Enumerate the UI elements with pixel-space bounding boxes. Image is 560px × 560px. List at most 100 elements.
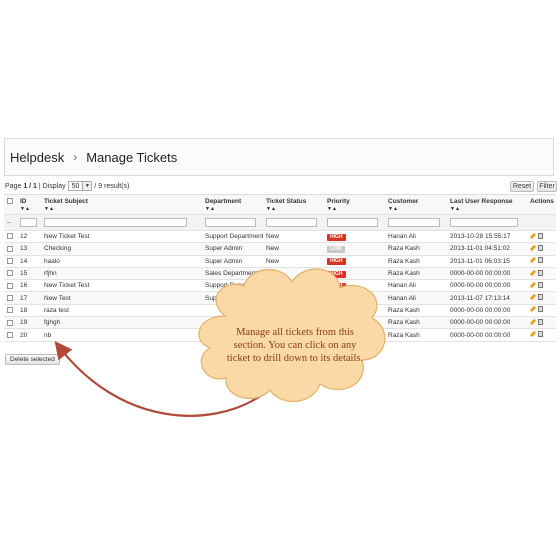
delete-icon[interactable]: [538, 232, 543, 239]
table-row[interactable]: 12 New Ticket Test Support Department New HI…: [4, 230, 556, 244]
column-header-id[interactable]: ID ▼▲: [17, 194, 41, 215]
delete-icon[interactable]: [538, 269, 543, 276]
ticket-actions: [527, 279, 556, 293]
ticket-subject[interactable]: Checking: [41, 242, 202, 256]
ticket-subject[interactable]: raza test: [41, 304, 202, 318]
row-select-cell[interactable]: [4, 316, 17, 330]
filter-priority-input[interactable]: [327, 218, 378, 227]
row-select-cell[interactable]: [4, 328, 17, 342]
delete-icon[interactable]: [538, 331, 543, 338]
row-checkbox[interactable]: [7, 282, 13, 289]
sort-icon[interactable]: ▼▲: [450, 206, 524, 212]
table-row[interactable]: 15 rfjhn Sales Department Joke HIGH Raza Kash…: [4, 267, 556, 281]
edit-icon[interactable]: [529, 318, 537, 325]
edit-icon[interactable]: [529, 244, 537, 252]
ticket-last-response: 0000-00-00 00:00:00: [447, 316, 527, 330]
delete-icon[interactable]: [538, 244, 543, 251]
column-header-subject[interactable]: Ticket Subject ▼▲: [41, 194, 202, 215]
select-all-checkbox[interactable]: [7, 198, 13, 205]
edit-icon[interactable]: [529, 257, 537, 264]
row-select-cell[interactable]: [4, 255, 17, 268]
column-header-last-response[interactable]: Last User Response ▼▲: [447, 194, 527, 215]
ticket-subject[interactable]: haalo: [41, 255, 202, 268]
breadcrumb-root[interactable]: Helpdesk: [10, 150, 64, 165]
sort-icon[interactable]: ▼▲: [388, 206, 444, 212]
ticket-status: New: [263, 255, 324, 268]
row-select-cell[interactable]: [4, 291, 17, 305]
delete-icon[interactable]: [538, 281, 543, 288]
row-checkbox[interactable]: [7, 294, 13, 301]
filter-status-input[interactable]: [266, 218, 317, 227]
row-select-cell[interactable]: [4, 242, 17, 256]
ticket-actions: [527, 255, 556, 268]
ticket-subject[interactable]: New Test: [41, 291, 202, 305]
ticket-last-response: 2013-10-28 15:55:17: [447, 230, 527, 244]
sort-icon[interactable]: ▼▲: [44, 206, 199, 212]
delete-icon[interactable]: [538, 306, 543, 313]
table-row[interactable]: 14 haalo Super Admin New HIGH Raza Kash 2013-1…: [4, 255, 556, 268]
table-row[interactable]: 16 New Ticket Test Support Department New HI…: [4, 279, 556, 293]
delete-selected-button[interactable]: Delete selected: [5, 354, 60, 365]
row-checkbox[interactable]: [7, 258, 13, 265]
ticket-subject[interactable]: nb: [41, 328, 202, 342]
sort-icon[interactable]: ▼▲: [266, 206, 321, 212]
table-row[interactable]: 17 New Test Super Admin HIGH Hanan Ali 2013-1…: [4, 291, 556, 305]
ticket-subject[interactable]: rfjhn: [41, 267, 202, 281]
ticket-customer: Raza Kash: [385, 267, 447, 281]
column-label: Customer: [388, 198, 419, 205]
filter-customer-input[interactable]: [388, 218, 440, 227]
filter-last-response-input[interactable]: [450, 218, 519, 227]
edit-icon[interactable]: [529, 294, 537, 301]
ticket-customer: Hanan Ali: [385, 291, 447, 305]
delete-icon[interactable]: [538, 318, 543, 325]
row-select-cell[interactable]: [4, 267, 17, 281]
column-label: Last User Response: [450, 198, 513, 205]
ticket-id: 16: [17, 279, 41, 293]
ticket-subject[interactable]: New Ticket Test: [41, 279, 202, 293]
ticket-subject[interactable]: New Ticket Test: [41, 230, 202, 244]
row-select-cell[interactable]: [4, 279, 17, 293]
edit-icon[interactable]: [529, 269, 537, 276]
ticket-actions: [527, 316, 556, 330]
edit-icon[interactable]: [529, 281, 537, 288]
row-checkbox[interactable]: [7, 319, 13, 326]
row-checkbox[interactable]: [7, 233, 13, 240]
edit-icon[interactable]: [529, 330, 537, 338]
select-all-cell[interactable]: [4, 194, 17, 215]
delete-icon[interactable]: [538, 257, 543, 264]
row-checkbox[interactable]: [7, 270, 13, 277]
ticket-last-response: 0000-00-00 00:00:00: [447, 267, 527, 281]
ticket-priority-cell: HIGH: [324, 230, 385, 244]
ticket-actions: [527, 230, 556, 244]
filter-department-input[interactable]: [205, 218, 256, 227]
sort-icon[interactable]: ▼▲: [20, 206, 38, 212]
row-select-cell[interactable]: [4, 304, 17, 318]
row-checkbox[interactable]: [7, 307, 13, 314]
reset-button[interactable]: Reset: [510, 181, 534, 192]
delete-icon[interactable]: [538, 294, 543, 301]
ticket-last-response: 0000-00-00 00:00:00: [447, 279, 527, 293]
column-header-customer[interactable]: Customer ▼▲: [385, 194, 447, 215]
column-header-status[interactable]: Ticket Status ▼▲: [263, 194, 324, 215]
filter-id-input[interactable]: [20, 218, 37, 227]
per-page-select[interactable]: 50 ▼: [67, 181, 93, 191]
sort-icon[interactable]: ▼▲: [205, 206, 260, 212]
column-header-priority[interactable]: Priority ▼▲: [324, 194, 385, 215]
column-header-actions: Actions: [527, 194, 556, 215]
filter-subject-input[interactable]: [44, 218, 187, 227]
edit-icon[interactable]: [529, 232, 537, 239]
column-header-department[interactable]: Department ▼▲: [202, 194, 263, 215]
ticket-status: [263, 304, 324, 318]
column-label: Department: [205, 198, 242, 205]
ticket-subject[interactable]: fghgh: [41, 316, 202, 330]
sort-icon[interactable]: ▼▲: [327, 206, 382, 212]
edit-icon[interactable]: [529, 306, 537, 313]
row-checkbox[interactable]: [7, 245, 13, 252]
page-label: Page: [5, 182, 22, 190]
table-row[interactable]: 18 raza test Raza Kash 0000-00-00 00:00:00: [4, 304, 556, 318]
row-select-cell[interactable]: [4, 230, 17, 244]
row-checkbox[interactable]: [7, 331, 13, 338]
table-row[interactable]: 13 Checking Super Admin New LOW Raza Kash 2013…: [4, 242, 556, 256]
filter-button[interactable]: Filter: [537, 181, 557, 192]
ticket-id: 18: [17, 304, 41, 318]
